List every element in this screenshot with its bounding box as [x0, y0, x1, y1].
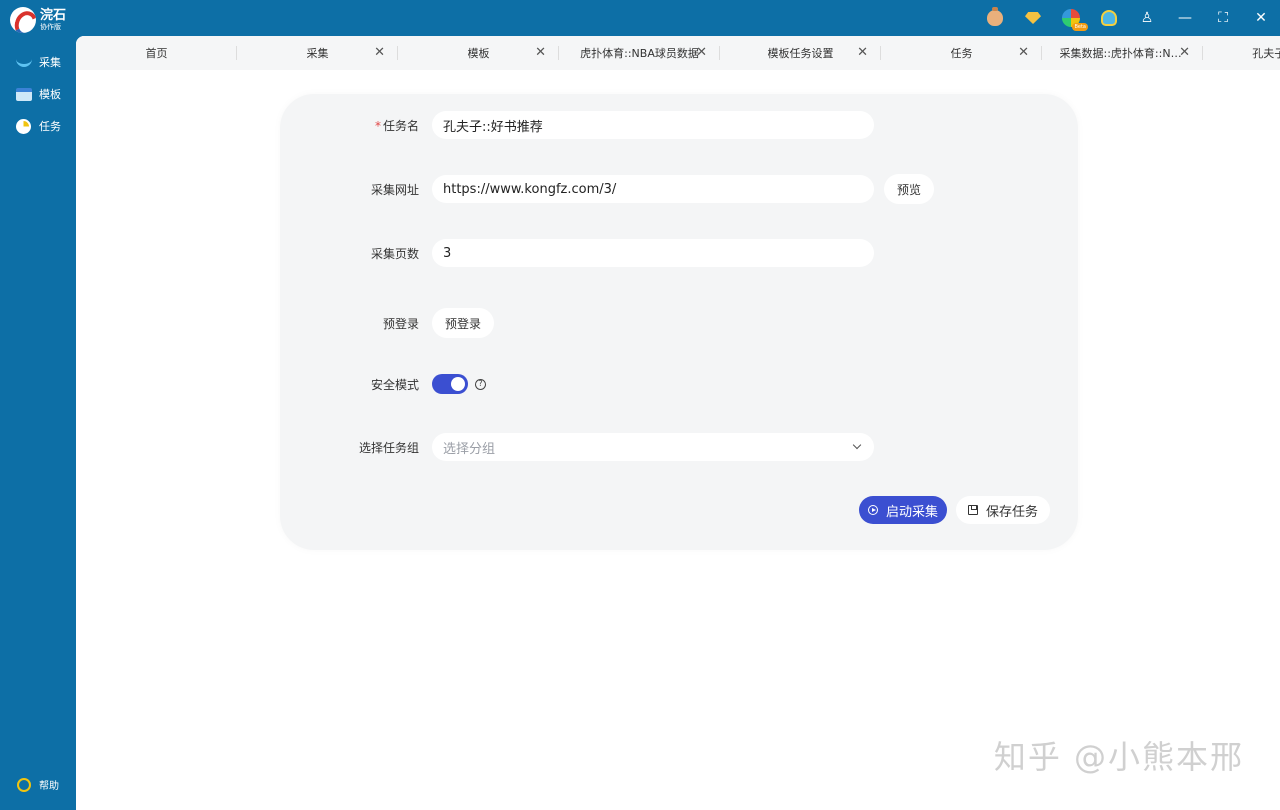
beta-tag: Beta — [1072, 23, 1088, 31]
tab-kongfz[interactable]: 孔夫子::好书 — [1203, 36, 1280, 70]
required-mark: * — [374, 118, 381, 133]
page-count-row: 采集页数 3 — [280, 239, 1078, 267]
tab-bar: 首页 采集 ✕ 模板 ✕ 虎扑体育::NBA球员数据 ✕ 模板任务设置 ✕ 任务 ✕ 采集… — [76, 36, 1280, 70]
tab-template-task-settings[interactable]: 模板任务设置 ✕ — [720, 36, 881, 70]
help-label: 帮助 — [39, 781, 59, 792]
main-content: 首页 采集 ✕ 模板 ✕ 虎扑体育::NBA球员数据 ✕ 模板任务设置 ✕ 任务 ✕ 采集… — [76, 36, 1280, 810]
app-subtitle: 协作版 — [40, 23, 61, 31]
pre-login-label: 预登录 — [382, 316, 419, 331]
collect-url-input[interactable]: https://www.kongfz.com/3/ — [432, 175, 874, 203]
page-count-label: 采集页数 — [370, 246, 419, 261]
task-group-label: 选择任务组 — [358, 440, 419, 455]
sidebar-item-label: 模板 — [39, 88, 61, 101]
watermark: 知乎 @小熊本邢 — [993, 738, 1244, 776]
tab-close-icon[interactable]: ✕ — [535, 46, 546, 60]
tab-close-icon[interactable]: ✕ — [857, 46, 868, 60]
play-icon — [867, 505, 878, 515]
safe-mode-label: 安全模式 — [370, 377, 419, 392]
tab-close-icon[interactable]: ✕ — [696, 46, 707, 60]
tab-close-icon[interactable]: ✕ — [374, 46, 385, 60]
tab-template[interactable]: 模板 ✕ — [398, 36, 559, 70]
tab-task[interactable]: 任务 ✕ — [881, 36, 1042, 70]
user-icon[interactable]: ♙ — [1128, 0, 1166, 36]
sidebar-item-collect[interactable]: 采集 — [0, 46, 76, 78]
preview-button[interactable]: 预览 — [884, 174, 935, 204]
tab-home[interactable]: 首页 — [76, 36, 237, 70]
diamond-icon[interactable] — [1014, 0, 1052, 36]
window-controls: Beta ♙ — ⛶ ✕ — [976, 0, 1280, 36]
collect-url-row: 采集网址 https://www.kongfz.com/3/ 预览 — [280, 174, 1078, 204]
sidebar-item-task[interactable]: 任务 — [0, 110, 76, 142]
task-group-row: 选择任务组 选择分组 — [280, 433, 1078, 461]
app-logo: 浣石 协作版 — [10, 7, 66, 33]
tab-collected-data[interactable]: 采集数据::虎扑体育::NBA... ✕ — [1042, 36, 1203, 70]
task-group-placeholder: 选择分组 — [443, 441, 496, 457]
pre-login-button[interactable]: 预登录 — [432, 308, 495, 338]
sidebar-item-label: 任务 — [39, 120, 61, 133]
page-count-input[interactable]: 3 — [432, 239, 874, 267]
help-question-icon[interactable]: ? — [475, 378, 486, 390]
task-name-row: * 任务名 孔夫子::好书推荐 — [280, 111, 1078, 139]
tab-close-icon[interactable]: ✕ — [1018, 46, 1029, 60]
close-icon[interactable]: ✕ — [1242, 0, 1280, 36]
save-task-button[interactable]: 保存任务 — [955, 496, 1050, 524]
title-bar: 浣石 协作版 Beta ♙ — ⛶ ✕ — [0, 0, 1280, 36]
sidebar-item-template[interactable]: 模板 — [0, 78, 76, 110]
app-title: 浣石 — [40, 8, 67, 23]
collect-url-label: 采集网址 — [370, 182, 419, 197]
task-form-card: * 任务名 孔夫子::好书推荐 采集网址 https://www.kongfz.c… — [280, 94, 1078, 550]
task-group-select[interactable]: 选择分组 — [432, 433, 874, 461]
notification-bell-icon[interactable] — [1090, 0, 1128, 36]
pre-login-row: 预登录 预登录 — [280, 308, 1078, 338]
logo-icon — [10, 7, 36, 33]
task-name-label: 任务名 — [382, 118, 419, 133]
beta-icon[interactable]: Beta — [1052, 0, 1090, 36]
help-icon — [17, 777, 31, 792]
tab-collect[interactable]: 采集 ✕ — [237, 36, 398, 70]
start-collect-button[interactable]: 启动采集 — [858, 496, 947, 524]
form-actions: 启动采集 保存任务 — [858, 496, 1050, 524]
safe-mode-toggle[interactable] — [432, 374, 468, 394]
collect-icon — [15, 55, 32, 70]
chevron-down-icon — [852, 440, 862, 450]
task-icon — [15, 118, 32, 134]
help-button[interactable]: 帮助 — [17, 777, 59, 792]
minimize-icon[interactable]: — — [1166, 0, 1204, 36]
sidebar-item-label: 采集 — [39, 56, 61, 69]
template-icon — [15, 87, 32, 102]
sidebar: 采集 模板 任务 帮助 — [0, 36, 76, 810]
safe-mode-row: 安全模式 ? — [280, 370, 1078, 398]
tab-hupu-nba[interactable]: 虎扑体育::NBA球员数据 ✕ — [559, 36, 720, 70]
save-icon — [967, 505, 978, 515]
money-bag-icon[interactable] — [976, 0, 1014, 36]
maximize-icon[interactable]: ⛶ — [1204, 0, 1242, 36]
task-name-input[interactable]: 孔夫子::好书推荐 — [432, 111, 874, 139]
tab-close-icon[interactable]: ✕ — [1179, 46, 1190, 60]
